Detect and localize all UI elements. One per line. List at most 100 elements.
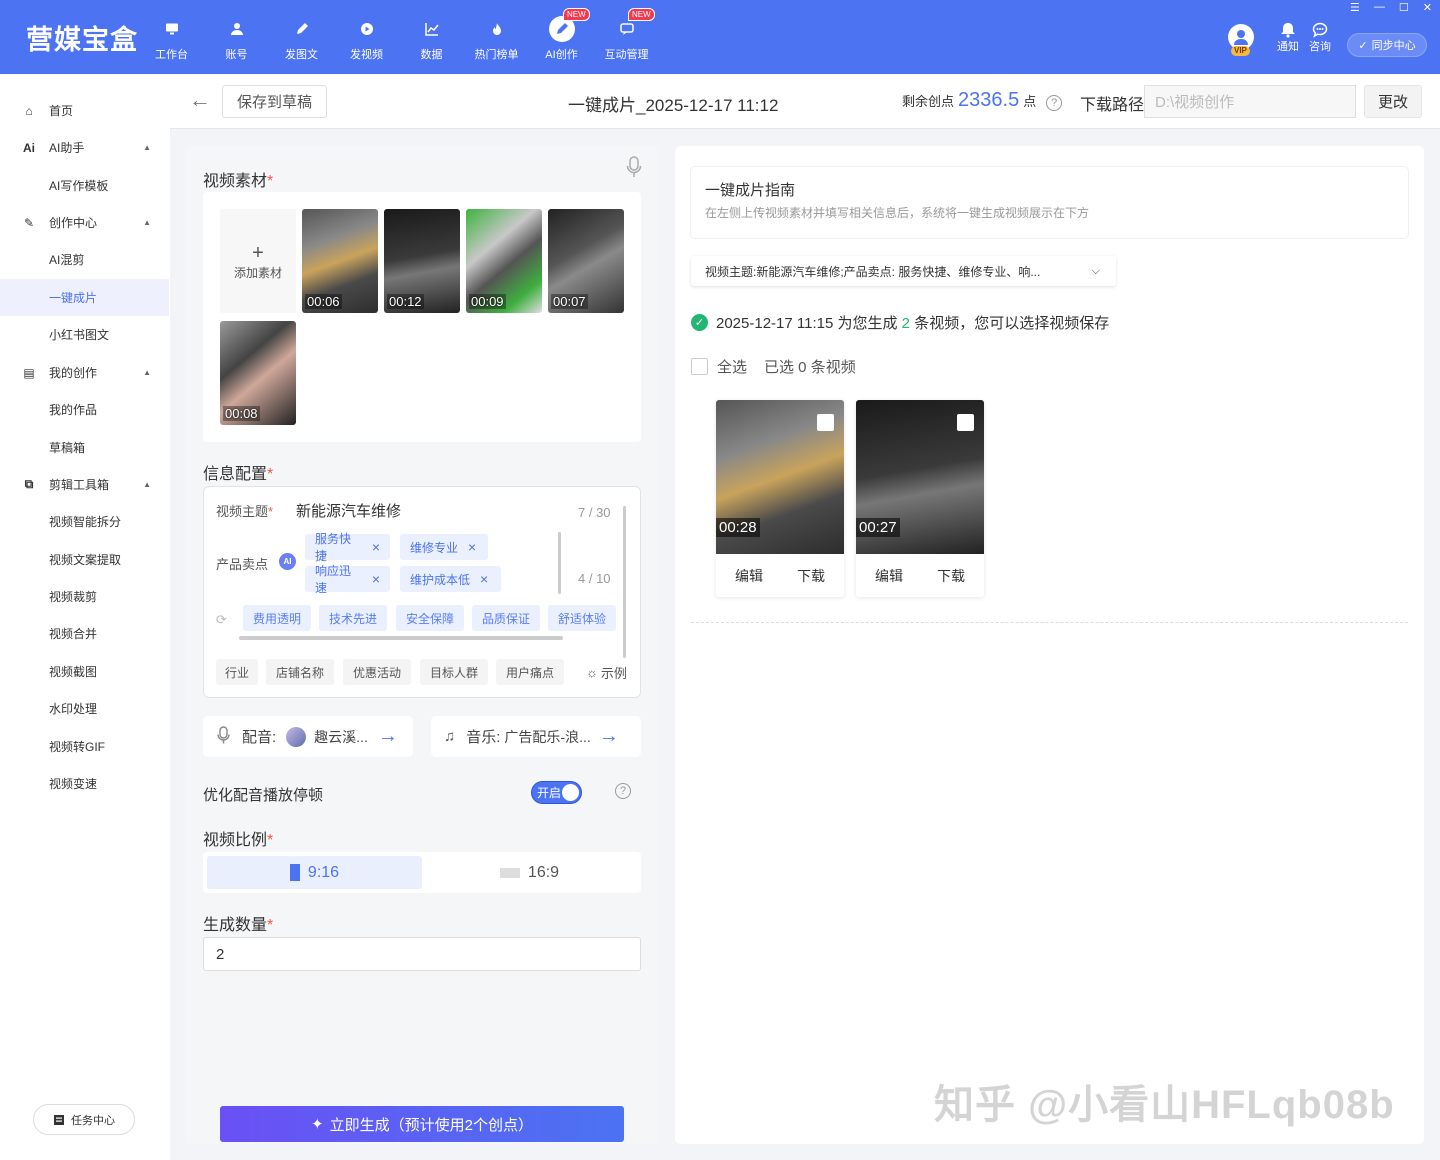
material-thumbnail[interactable]: 00:08 xyxy=(220,321,296,425)
suggest-chip[interactable]: 费用透明 xyxy=(243,605,311,631)
download-button[interactable]: 下载 xyxy=(937,566,965,586)
arrow-right-icon: → xyxy=(598,725,619,747)
nav-item-1[interactable]: 账号 xyxy=(204,0,269,74)
download-button[interactable]: 下载 xyxy=(797,566,825,586)
sidebar-item-label: 视频智能拆分 xyxy=(49,515,122,529)
close-icon[interactable]: ✕ xyxy=(1423,1,1432,14)
optimize-toggle[interactable]: 开启 xyxy=(531,781,582,804)
sidebar-item-2[interactable]: AI写作模板 xyxy=(0,167,169,204)
sidebar-item-label: 创作中心 xyxy=(49,216,98,230)
count-input[interactable]: 2 xyxy=(203,937,641,971)
sidebar-item-18[interactable]: 视频变速 xyxy=(0,765,169,802)
sidebar-item-15[interactable]: 视频截图 xyxy=(0,653,169,690)
voice-value: 趣云溪... xyxy=(314,728,368,745)
download-path-input[interactable]: D:\视频创作 xyxy=(1144,85,1356,118)
sync-center-button[interactable]: ✓ 同步中心 xyxy=(1347,33,1427,57)
material-thumbnail[interactable]: 00:09 xyxy=(466,209,542,313)
help-icon[interactable]: ? xyxy=(1046,95,1063,111)
sidebar-item-3[interactable]: ✎ 创作中心 ▲ xyxy=(0,204,169,241)
sidebar-item-5[interactable]: 一键成片 xyxy=(0,279,169,316)
maximize-icon[interactable]: ☐ xyxy=(1399,1,1409,14)
minimize-icon[interactable]: — xyxy=(1374,1,1385,14)
edit-button[interactable]: 编辑 xyxy=(735,566,763,586)
sidebar: ⌂ 首页 Ai AI助手 ▲ AI写作模板 ✎ 创作中心 ▲ AI混剪 一键成片小红书图文 ▤ 我的创作… xyxy=(0,74,170,1160)
sidebar-item-6[interactable]: 小红书图文 xyxy=(0,316,169,353)
suggest-chip[interactable]: 安全保障 xyxy=(396,605,464,631)
topic-select[interactable]: 视频主题:新能源汽车维修;产品卖点: 服务快捷、维修专业、响... ⌵ xyxy=(691,256,1116,286)
nav-item-6[interactable]: AI创作 NEW xyxy=(529,0,594,74)
category-chip[interactable]: 店铺名称 xyxy=(266,659,334,685)
sidebar-item-4[interactable]: AI混剪 xyxy=(0,241,169,278)
sidebar-item-11[interactable]: 视频智能拆分 xyxy=(0,503,169,540)
change-path-button[interactable]: 更改 xyxy=(1364,85,1422,118)
remove-tag-icon[interactable]: × xyxy=(372,571,380,587)
monitor-icon xyxy=(161,18,183,40)
selling-scrollbar[interactable] xyxy=(558,532,561,594)
sidebar-item-9[interactable]: 草稿箱 xyxy=(0,429,169,466)
generate-button[interactable]: ✦ 立即生成（预计使用2个创点） xyxy=(220,1106,624,1142)
sidebar-item-17[interactable]: 视频转GIF xyxy=(0,728,169,765)
toggle-knob xyxy=(562,784,579,801)
sidebar-item-16[interactable]: 水印处理 xyxy=(0,690,169,727)
material-thumbnail[interactable]: 00:12 xyxy=(384,209,460,313)
menu-icon[interactable]: ☰ xyxy=(1350,1,1360,14)
remove-tag-icon[interactable]: × xyxy=(480,571,488,587)
nav-item-5[interactable]: 热门榜单 xyxy=(464,0,529,74)
remove-tag-icon[interactable]: × xyxy=(372,539,380,555)
info-scrollbar[interactable] xyxy=(623,506,626,658)
example-button[interactable]: ☼ 示例 xyxy=(586,663,627,682)
message-icon xyxy=(1312,22,1328,38)
suggest-chip[interactable]: 舒适体验 xyxy=(548,605,616,631)
suggest-scrollbar[interactable] xyxy=(239,636,563,640)
suggest-chip[interactable]: 品质保证 xyxy=(472,605,540,631)
category-chip[interactable]: 目标人群 xyxy=(420,659,488,685)
brand-logo: 营媒宝盒 xyxy=(26,25,138,55)
nav-item-2[interactable]: 发图文 xyxy=(269,0,334,74)
music-selector[interactable]: ♫ 音乐: 广告配乐-浪... → xyxy=(431,716,641,757)
category-chip[interactable]: 用户痛点 xyxy=(496,659,564,685)
material-thumbnail[interactable]: 00:07 xyxy=(548,209,624,313)
notify-button[interactable]: 通知 xyxy=(1277,22,1299,54)
nav-item-7[interactable]: 互动管理 NEW xyxy=(594,0,659,74)
nav-item-4[interactable]: 数据 xyxy=(399,0,464,74)
nav-label: 热门榜单 xyxy=(474,49,519,61)
back-arrow-icon[interactable]: ← xyxy=(189,87,211,113)
add-material-button[interactable]: + 添加素材 xyxy=(220,209,296,313)
category-chip[interactable]: 行业 xyxy=(216,659,258,685)
select-all-row: 全选 已选 0 条视频 xyxy=(691,356,856,377)
voice-selector[interactable]: 配音: 趣云溪... → xyxy=(203,716,413,757)
optimize-help-icon[interactable]: ? xyxy=(615,783,631,799)
sidebar-item-7[interactable]: ▤ 我的创作 ▲ xyxy=(0,354,169,391)
optimize-label: 优化配音播放停顿 xyxy=(203,787,324,804)
video-checkbox[interactable] xyxy=(817,414,834,431)
edit-button[interactable]: 编辑 xyxy=(875,566,903,586)
task-center-button[interactable]: 任务中心 xyxy=(33,1104,135,1135)
sidebar-item-10[interactable]: ⧉ 剪辑工具箱 ▲ xyxy=(0,466,169,503)
save-draft-button[interactable]: 保存到草稿 xyxy=(222,85,327,118)
nav-item-3[interactable]: 发视频 xyxy=(334,0,399,74)
sidebar-item-label: 小红书图文 xyxy=(49,328,110,342)
sidebar-item-0[interactable]: ⌂ 首页 xyxy=(0,92,169,129)
ratio-16-9[interactable]: 16:9 xyxy=(422,856,637,889)
select-all-checkbox[interactable] xyxy=(691,358,708,375)
remove-tag-icon[interactable]: × xyxy=(468,539,476,555)
sidebar-item-8[interactable]: 我的作品 xyxy=(0,391,169,428)
sidebar-item-13[interactable]: 视频裁剪 xyxy=(0,578,169,615)
material-thumbnail[interactable]: 00:06 xyxy=(302,209,378,313)
microphone-icon[interactable] xyxy=(626,156,642,181)
select-all-label[interactable]: 全选 xyxy=(717,356,747,377)
sidebar-item-label: 草稿箱 xyxy=(49,441,86,455)
ai-robot-icon[interactable]: AI xyxy=(279,553,296,570)
consult-button[interactable]: 咨询 xyxy=(1309,22,1331,54)
watermark: 知乎 @小看山HFLqb08b xyxy=(934,1083,1395,1127)
sidebar-item-14[interactable]: 视频合并 xyxy=(0,615,169,652)
topic-input[interactable]: 新能源汽车维修 xyxy=(296,500,401,521)
ratio-9-16[interactable]: 9:16 xyxy=(207,856,422,889)
sidebar-item-1[interactable]: Ai AI助手 ▲ xyxy=(0,129,169,166)
video-checkbox[interactable] xyxy=(957,414,974,431)
nav-item-0[interactable]: 工作台 xyxy=(139,0,204,74)
sidebar-item-12[interactable]: 视频文案提取 xyxy=(0,541,169,578)
suggest-chip[interactable]: 技术先进 xyxy=(319,605,387,631)
refresh-icon[interactable]: ⟳ xyxy=(216,612,227,628)
category-chip[interactable]: 优惠活动 xyxy=(343,659,411,685)
